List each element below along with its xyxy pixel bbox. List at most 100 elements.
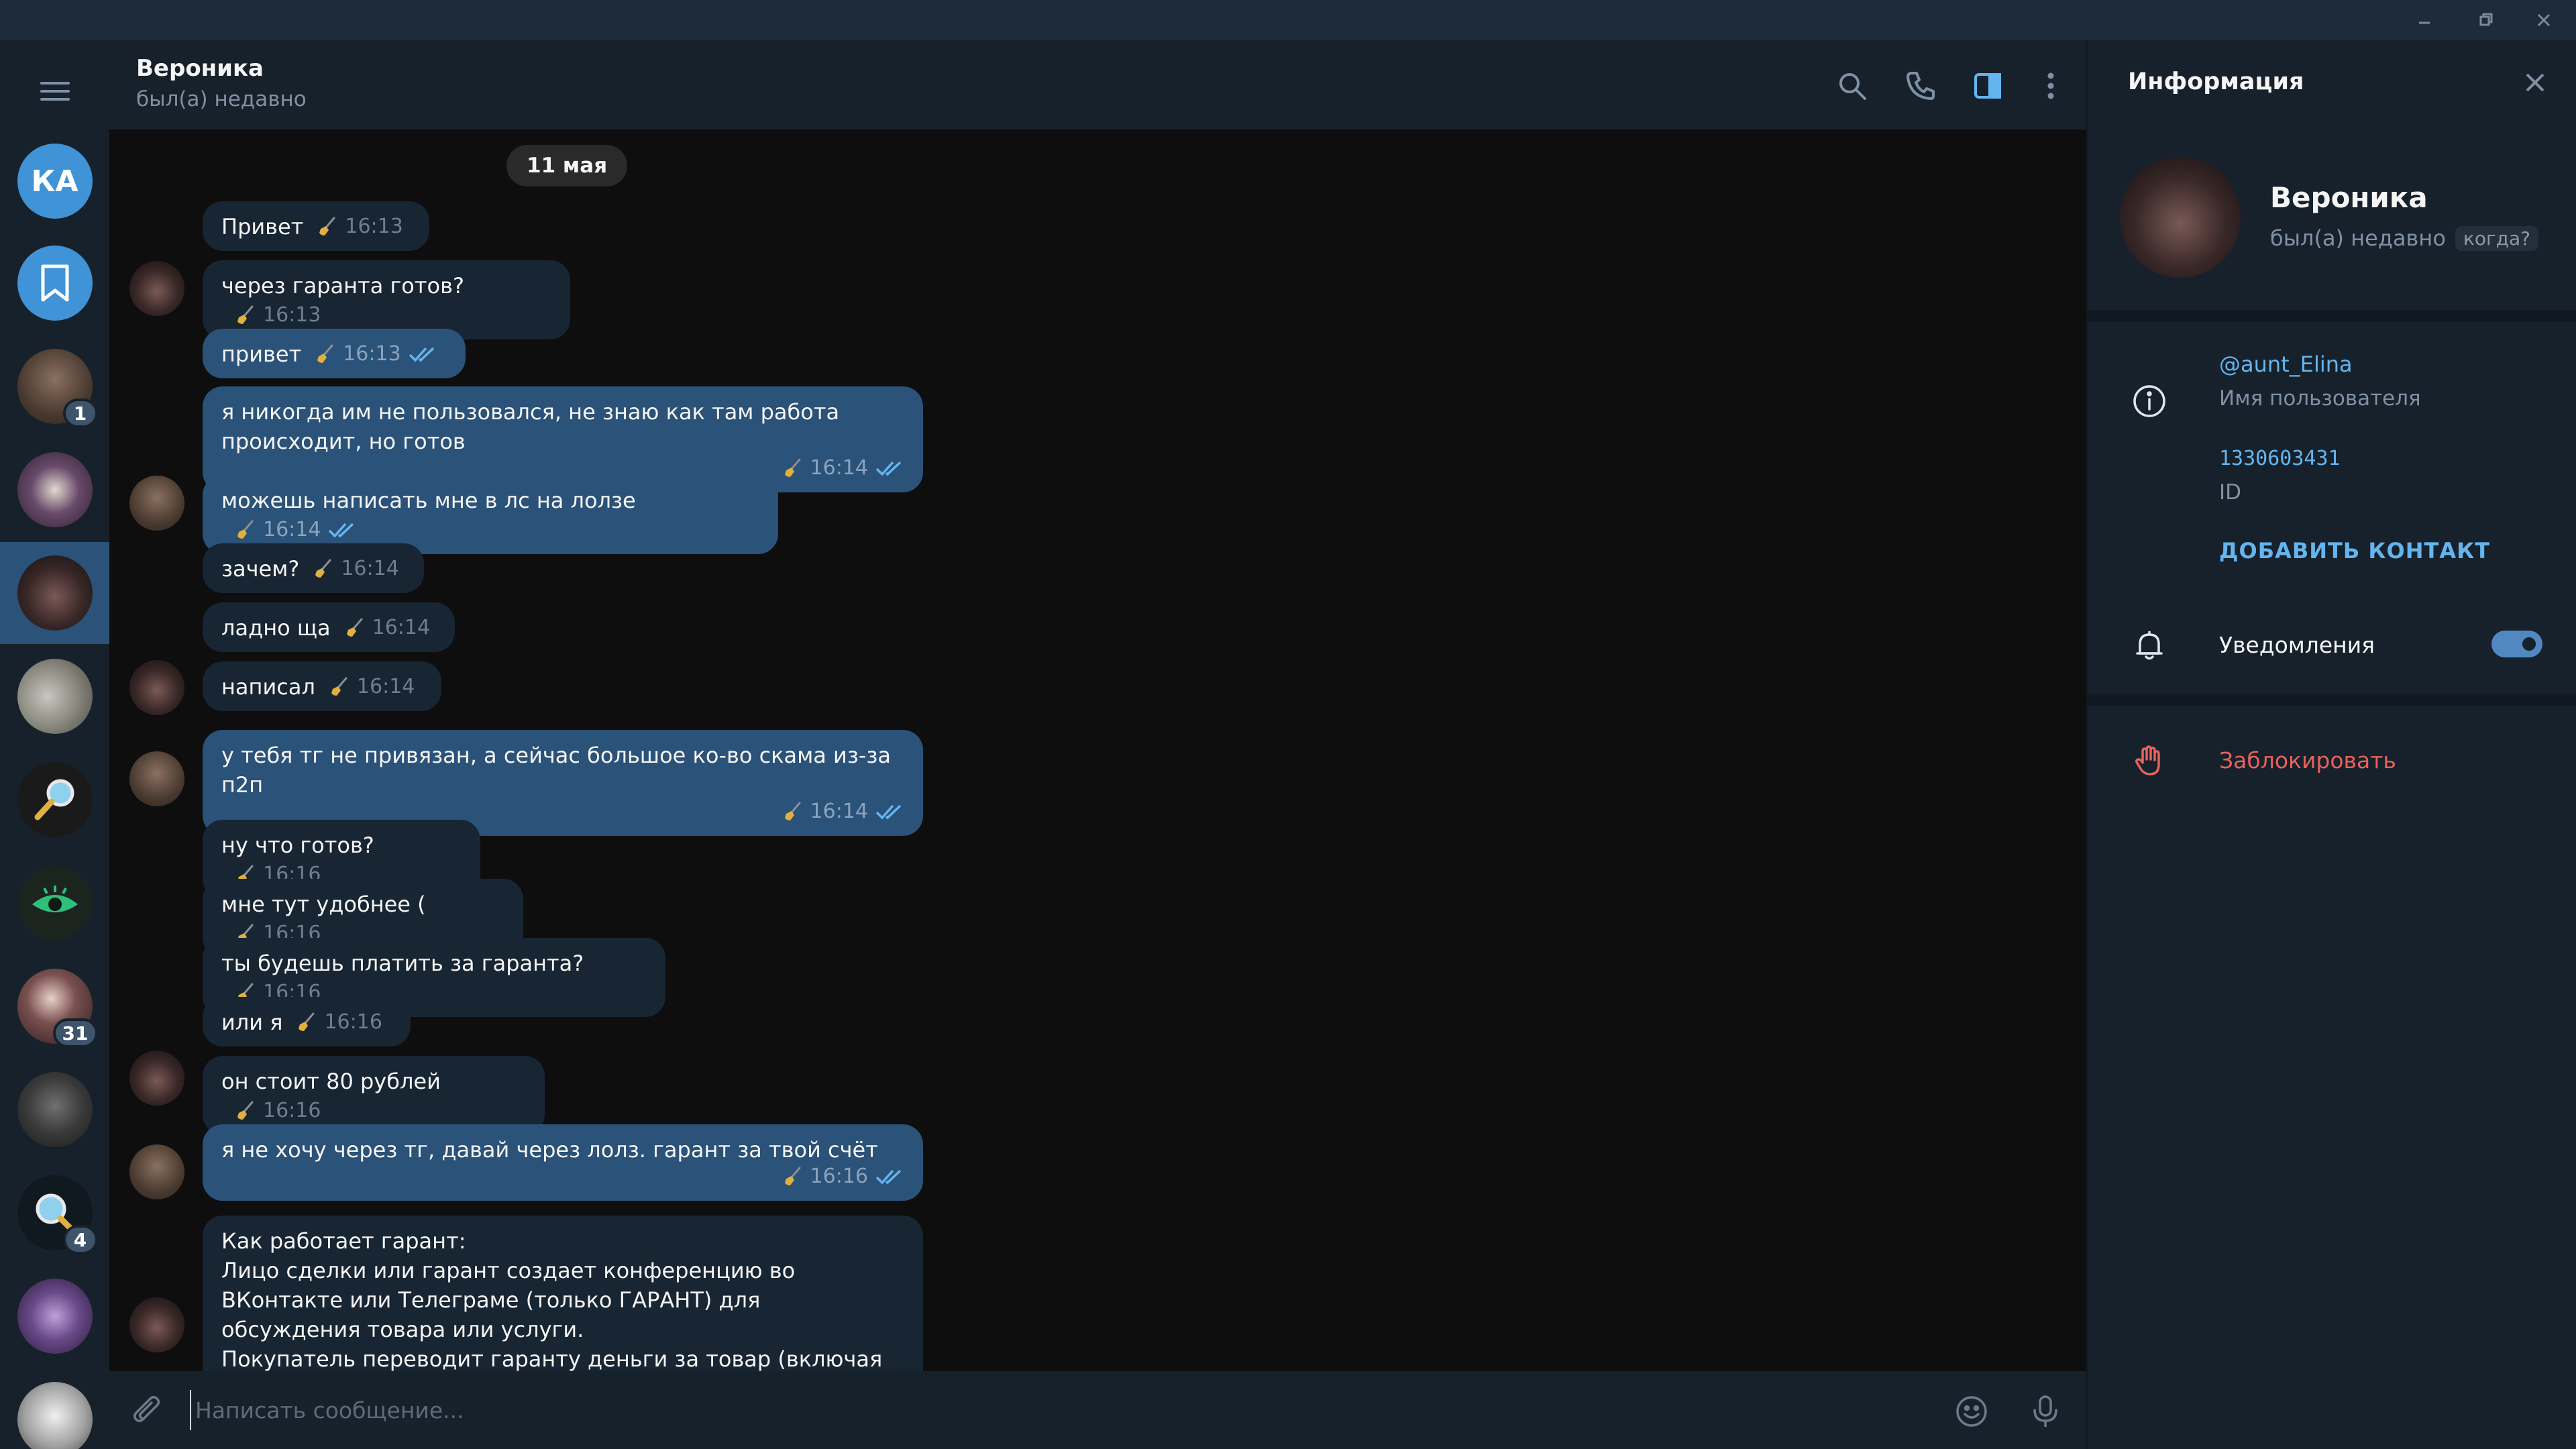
hand-icon xyxy=(2135,745,2160,775)
attach-button[interactable] xyxy=(128,1391,168,1432)
chat-item[interactable] xyxy=(0,439,109,541)
sender-avatar[interactable] xyxy=(129,751,184,806)
avatar xyxy=(17,452,93,527)
chat-header[interactable]: Вероника был(а) недавно xyxy=(109,40,2086,130)
sender-avatar[interactable] xyxy=(129,476,184,531)
outgoing-message[interactable]: привет 16:13 xyxy=(203,329,466,378)
broom-icon xyxy=(317,344,333,363)
chat-item[interactable] xyxy=(0,1265,109,1367)
chat-item[interactable]: 4 xyxy=(0,1162,109,1264)
broom-icon xyxy=(331,677,347,696)
minimize-icon xyxy=(2419,21,2430,24)
incoming-message[interactable]: ладно ща 16:14 xyxy=(203,602,455,652)
message-text: ты будешь платить за гаранта? xyxy=(221,951,584,976)
chat-item[interactable] xyxy=(0,749,109,851)
double-check-icon xyxy=(329,523,354,538)
outgoing-message[interactable]: можешь написать мне в лс на лолзе 16:14 xyxy=(203,475,778,554)
incoming-message[interactable]: или я 16:16 xyxy=(203,997,411,1046)
message-text: мне тут удобнее ( xyxy=(221,892,426,917)
chat-title[interactable]: Вероника xyxy=(136,55,264,82)
message-meta: 16:16 xyxy=(294,1008,382,1037)
broom-icon xyxy=(315,559,331,578)
divider xyxy=(2088,310,2576,322)
block-hand-icon xyxy=(2129,741,2169,781)
chat-item[interactable] xyxy=(0,852,109,954)
message-time: 16:16 xyxy=(324,1010,382,1034)
broom-icon xyxy=(784,802,801,820)
username-value[interactable]: @aunt_Elina xyxy=(2219,352,2353,377)
divider xyxy=(2088,694,2576,706)
close-window-button[interactable] xyxy=(2517,4,2571,36)
message-text: ну что готов? xyxy=(221,833,374,858)
message-meta: 16:16 xyxy=(233,1096,321,1126)
message-composer xyxy=(109,1371,2086,1449)
emoji-button[interactable] xyxy=(1951,1391,1992,1432)
chat-item[interactable] xyxy=(0,1368,109,1449)
broom-icon xyxy=(299,1012,315,1031)
message-meta: 16:14 xyxy=(233,515,357,545)
chat-status: был(а) недавно xyxy=(136,87,307,111)
bell-icon xyxy=(2129,625,2169,665)
message-time: 16:13 xyxy=(343,342,401,366)
unread-badge: 4 xyxy=(62,1225,98,1254)
notifications-toggle[interactable] xyxy=(2491,631,2542,657)
toggle-info-panel-button[interactable] xyxy=(1969,67,2006,105)
avatar: КА xyxy=(17,144,93,219)
message-text: ладно ща xyxy=(221,615,331,641)
add-contact-button[interactable]: ДОБАВИТЬ КОНТАКТ xyxy=(2219,538,2490,564)
message-input[interactable] xyxy=(190,1390,2001,1430)
broom-icon xyxy=(346,618,363,637)
maximize-button[interactable] xyxy=(2459,4,2513,36)
last-seen-when-button[interactable]: когда? xyxy=(2455,225,2539,251)
sender-avatar[interactable] xyxy=(129,1297,184,1352)
message-text: через гаранта готов? xyxy=(221,273,464,299)
hamburger-icon xyxy=(40,82,70,101)
message-text: привет xyxy=(221,341,302,367)
sender-avatar[interactable] xyxy=(129,1144,184,1199)
search-button[interactable] xyxy=(1833,67,1871,105)
user-id-value[interactable]: 1330603431 xyxy=(2219,447,2341,470)
sender-avatar[interactable] xyxy=(129,1051,184,1106)
avatar xyxy=(17,555,93,631)
minimize-button[interactable] xyxy=(2398,4,2451,36)
phone-icon xyxy=(1907,72,1935,100)
paperclip-icon xyxy=(133,1395,160,1422)
double-check-icon xyxy=(875,1169,902,1185)
message-time: 16:14 xyxy=(356,675,415,698)
magnifier-icon xyxy=(34,779,74,820)
unread-badge: 1 xyxy=(62,398,98,428)
avatar: 4 xyxy=(17,1175,98,1254)
main-menu-button[interactable] xyxy=(0,40,109,142)
microphone-icon xyxy=(2033,1395,2057,1427)
chat-item[interactable] xyxy=(0,645,109,747)
incoming-message[interactable]: Привет 16:13 xyxy=(203,201,429,251)
incoming-message[interactable]: зачем? 16:14 xyxy=(203,543,424,593)
message-list[interactable]: 11 мая Привет 16:13 через гаранта готов? 16… xyxy=(109,130,2086,1371)
chat-item[interactable]: 1 xyxy=(0,335,109,437)
chat-item-saved-messages[interactable] xyxy=(0,232,109,334)
incoming-message[interactable]: Как работает гарант: Лицо сделки или гар… xyxy=(203,1216,923,1371)
chat-item[interactable]: 31 xyxy=(0,955,109,1057)
incoming-message[interactable]: написал 16:14 xyxy=(203,661,441,711)
incoming-message[interactable]: через гаранта готов? 16:13 xyxy=(203,260,570,339)
message-text: Как работает гарант: Лицо сделки или гар… xyxy=(221,1228,883,1371)
sender-avatar[interactable] xyxy=(129,261,184,316)
profile-status-text: был(а) недавно xyxy=(2270,225,2446,251)
sender-avatar[interactable] xyxy=(129,660,184,715)
call-button[interactable] xyxy=(1902,67,1939,105)
incoming-message[interactable]: он стоит 80 рублей 16:16 xyxy=(203,1056,545,1135)
broom-icon xyxy=(237,520,254,539)
voice-record-button[interactable] xyxy=(2025,1391,2065,1432)
outgoing-message[interactable]: я не хочу через тг, давай через лолз. га… xyxy=(203,1124,923,1201)
more-button[interactable] xyxy=(2032,67,2070,105)
chat-item[interactable] xyxy=(0,1059,109,1161)
double-check-icon xyxy=(409,347,434,362)
block-user-button[interactable]: Заблокировать xyxy=(2219,747,2396,773)
chat-item-ka[interactable]: КА xyxy=(0,130,109,232)
avatar xyxy=(17,246,93,321)
avatar: 1 xyxy=(17,349,98,428)
profile-avatar[interactable] xyxy=(2120,157,2241,278)
close-info-button[interactable] xyxy=(2518,66,2552,99)
search-icon xyxy=(1839,73,1866,100)
chat-item-active[interactable] xyxy=(0,542,109,644)
